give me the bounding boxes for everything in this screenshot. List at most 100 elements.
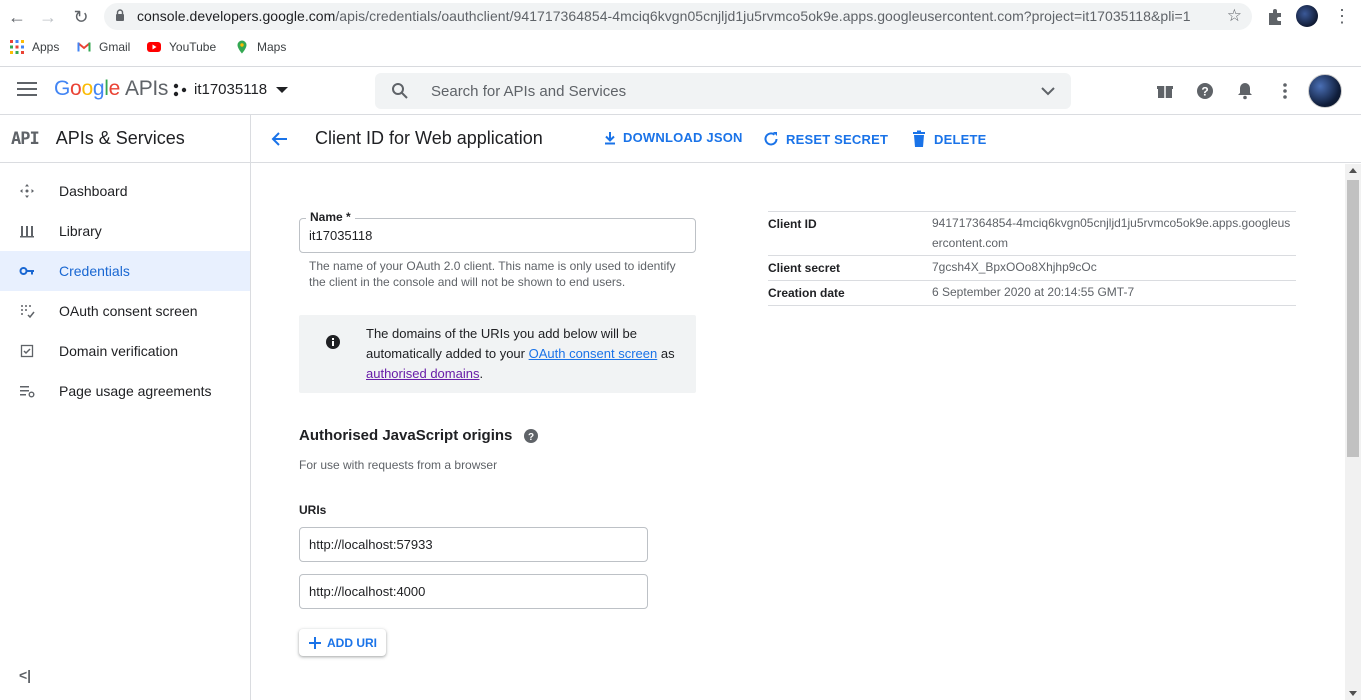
origins-title-text: Authorised JavaScript origins bbox=[299, 427, 513, 444]
uri-input[interactable] bbox=[309, 537, 639, 552]
name-input[interactable] bbox=[309, 228, 679, 243]
domains-info-box: The domains of the URIs you add below wi… bbox=[299, 315, 696, 393]
oauth-consent-link[interactable]: OAuth consent screen bbox=[529, 346, 658, 361]
bookmark-youtube[interactable]: YouTube bbox=[147, 40, 216, 54]
name-field[interactable]: Name * bbox=[299, 210, 696, 253]
help-icon[interactable]: ? bbox=[524, 428, 539, 443]
project-name: it17035118 bbox=[194, 81, 268, 98]
console-header: GoogleAPIs it17035118 ? bbox=[0, 67, 1361, 115]
profile-avatar[interactable] bbox=[1296, 5, 1318, 27]
main-menu-icon[interactable] bbox=[17, 82, 37, 98]
more-vert-icon[interactable] bbox=[1275, 81, 1295, 101]
add-uri-button[interactable]: ADD URI bbox=[299, 629, 386, 656]
page-action-bar: Client ID for Web application DOWNLOAD J… bbox=[251, 115, 1361, 163]
sidebar-item-domain-verification[interactable]: Domain verification bbox=[0, 331, 250, 371]
uri-input[interactable] bbox=[309, 584, 639, 599]
address-bar[interactable]: console.developers.google.com/apis/crede… bbox=[104, 3, 1252, 30]
caret-down-icon bbox=[276, 86, 289, 93]
back-icon[interactable]: ← bbox=[6, 6, 28, 28]
download-icon bbox=[605, 131, 615, 144]
refresh-icon bbox=[764, 132, 778, 146]
sidebar-item-label: Page usage agreements bbox=[59, 383, 212, 399]
origins-subtitle: For use with requests from a browser bbox=[299, 458, 498, 472]
sidebar-item-page-usage[interactable]: Page usage agreements bbox=[0, 371, 250, 411]
client-details-table: Client ID 941717364854-4mciq6kvgn05cnjlj… bbox=[768, 211, 1296, 306]
sidebar-item-dashboard[interactable]: Dashboard bbox=[0, 171, 250, 211]
scroll-down-icon[interactable] bbox=[1349, 691, 1357, 696]
domain-check-icon bbox=[20, 344, 34, 358]
svg-text:?: ? bbox=[528, 432, 534, 443]
reset-secret-button[interactable]: RESET SECRET bbox=[762, 130, 888, 148]
info-text: The domains of the URIs you add below wi… bbox=[366, 326, 675, 381]
svg-text:?: ? bbox=[1201, 85, 1208, 99]
project-selector[interactable]: it17035118 bbox=[173, 81, 289, 98]
scrollbar[interactable] bbox=[1345, 164, 1361, 700]
browser-menu-icon[interactable]: ⋮ bbox=[1333, 6, 1351, 27]
extensions-icon[interactable] bbox=[1264, 6, 1286, 28]
sidebar-item-label: OAuth consent screen bbox=[59, 303, 198, 319]
help-icon[interactable]: ? bbox=[1195, 81, 1215, 101]
sidebar: API APIs & Services Dashboard Library Cr… bbox=[0, 115, 251, 700]
details-row-creation-date: Creation date 6 September 2020 at 20:14:… bbox=[768, 281, 1296, 306]
library-icon bbox=[20, 226, 34, 238]
dashboard-icon bbox=[20, 184, 34, 198]
collapse-sidebar-icon[interactable]: <| bbox=[19, 667, 31, 683]
sidebar-item-label: Dashboard bbox=[59, 183, 128, 199]
search-input[interactable] bbox=[431, 80, 1011, 102]
reload-icon[interactable]: ↻ bbox=[70, 6, 92, 28]
scrollbar-thumb[interactable] bbox=[1347, 180, 1359, 457]
sidebar-header: API APIs & Services bbox=[0, 115, 250, 163]
browser-toolbar: ← → ↻ console.developers.google.com/apis… bbox=[0, 0, 1361, 67]
details-row-client-secret: Client secret 7gcsh4X_BpxOOo8Xhjhp9cOc bbox=[768, 256, 1296, 281]
bookmarks-bar: Apps Gmail YouTube Maps bbox=[0, 36, 1361, 60]
consent-icon bbox=[21, 305, 35, 319]
notifications-icon[interactable] bbox=[1235, 81, 1255, 101]
uri-field[interactable] bbox=[299, 574, 648, 609]
bookmark-maps[interactable]: Maps bbox=[235, 40, 286, 54]
details-key: Client secret bbox=[768, 261, 841, 275]
key-icon bbox=[19, 267, 34, 275]
gmail-icon bbox=[77, 42, 91, 52]
details-key: Creation date bbox=[768, 286, 845, 300]
youtube-icon bbox=[147, 42, 161, 52]
info-icon bbox=[326, 335, 340, 349]
bookmark-label: Gmail bbox=[99, 40, 131, 54]
search-bar[interactable] bbox=[375, 73, 1071, 109]
google-apis-logo[interactable]: Google APIs bbox=[54, 77, 168, 101]
name-field-label: Name * bbox=[306, 210, 355, 224]
bookmark-gmail[interactable]: Gmail bbox=[77, 40, 130, 54]
delete-label: DELETE bbox=[934, 131, 987, 147]
bookmark-apps[interactable]: Apps bbox=[10, 40, 59, 54]
apps-grid-icon bbox=[10, 40, 24, 54]
page-title: Client ID for Web application bbox=[315, 128, 543, 148]
settings-list-icon bbox=[20, 386, 35, 398]
sidebar-nav: Dashboard Library Credentials OAuth cons… bbox=[0, 171, 250, 411]
reset-secret-label: RESET SECRET bbox=[786, 131, 889, 147]
delete-button[interactable]: DELETE bbox=[910, 130, 986, 148]
uris-label: URIs bbox=[299, 503, 327, 517]
forward-icon[interactable]: → bbox=[37, 6, 59, 28]
authorised-domains-link[interactable]: authorised domains bbox=[366, 366, 479, 381]
uri-field[interactable] bbox=[299, 527, 648, 562]
search-icon bbox=[392, 83, 408, 99]
account-avatar[interactable] bbox=[1308, 74, 1342, 108]
download-json-button[interactable]: DOWNLOAD JSON bbox=[603, 130, 743, 145]
sidebar-title: APIs & Services bbox=[55, 128, 185, 148]
gift-icon[interactable] bbox=[1155, 81, 1175, 101]
chevron-down-icon[interactable] bbox=[1041, 84, 1055, 98]
lock-icon bbox=[116, 9, 124, 21]
trash-icon bbox=[913, 130, 925, 147]
sidebar-item-library[interactable]: Library bbox=[0, 211, 250, 251]
back-arrow-icon[interactable] bbox=[270, 129, 290, 149]
details-key: Client ID bbox=[768, 217, 817, 231]
plus-icon bbox=[309, 636, 321, 649]
star-icon[interactable]: ☆ bbox=[1227, 6, 1242, 26]
sidebar-item-credentials[interactable]: Credentials bbox=[0, 251, 250, 291]
sidebar-item-oauth-consent[interactable]: OAuth consent screen bbox=[0, 291, 250, 331]
creation-date-value: 6 September 2020 at 20:14:55 GMT-7 bbox=[932, 285, 1135, 299]
client-id-value: 941717364854-4mciq6kvgn05cnjljd1ju5rvmco… bbox=[932, 216, 1291, 250]
bookmark-label: Apps bbox=[32, 40, 60, 54]
download-json-label: DOWNLOAD JSON bbox=[623, 130, 743, 145]
api-badge: API bbox=[11, 128, 40, 149]
scroll-up-icon[interactable] bbox=[1349, 168, 1357, 173]
